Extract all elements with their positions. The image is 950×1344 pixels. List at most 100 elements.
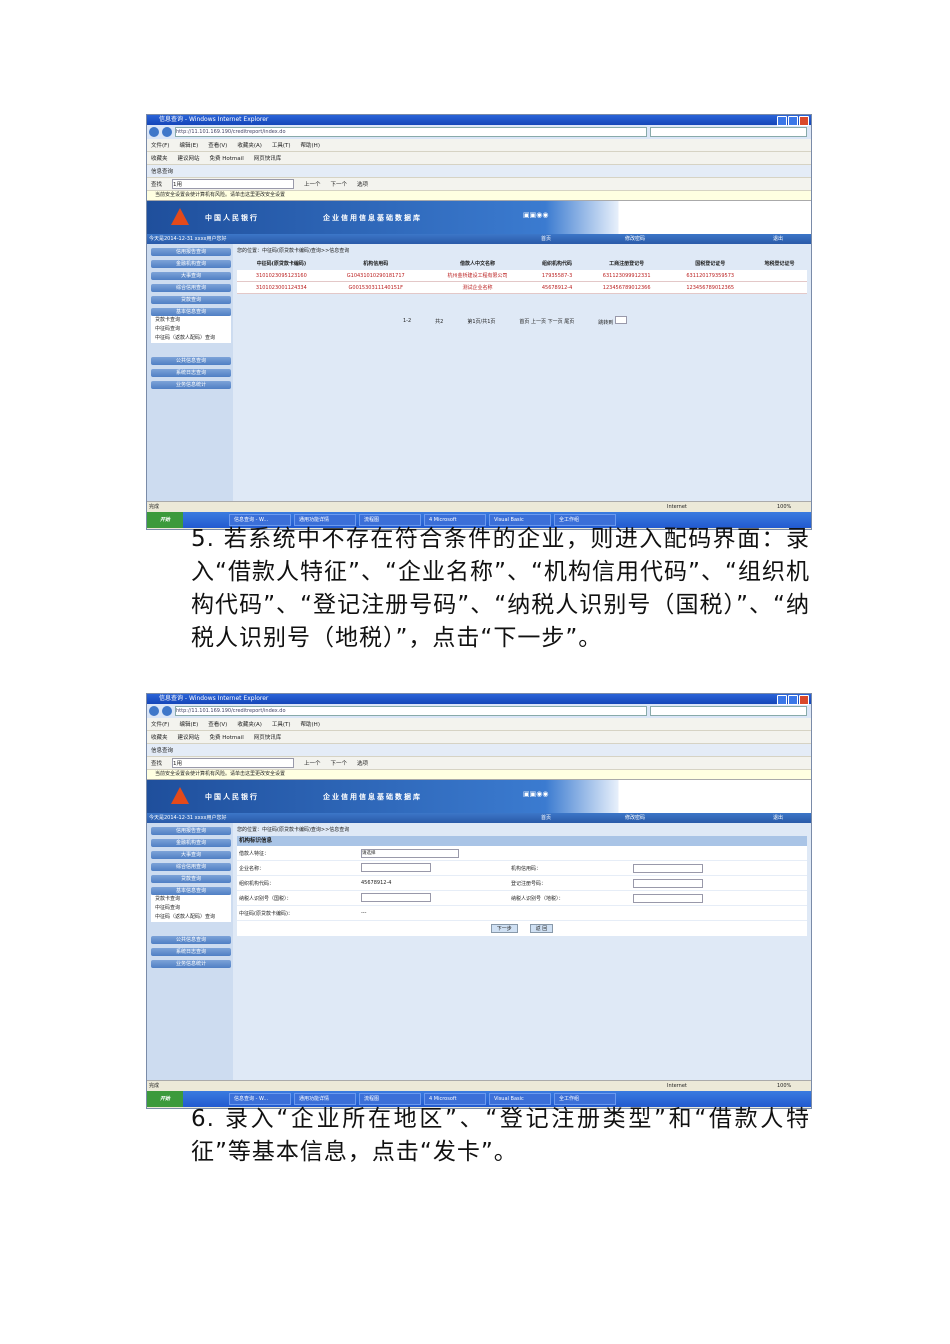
sidebar-item[interactable]: 系统日志查询 xyxy=(151,948,231,956)
sidebar-item[interactable]: 公共信息查询 xyxy=(151,357,231,365)
close-button[interactable] xyxy=(799,695,809,705)
sidebar-subitem[interactable]: 中征码查询 xyxy=(151,325,231,334)
info-bar[interactable]: 当前安全设置会使计算机有风险。请单击这里更改安全设置 xyxy=(147,770,811,780)
cell[interactable]: 3101023095123160 xyxy=(237,270,326,282)
menu-tools[interactable]: 工具(T) xyxy=(272,720,291,728)
zoom-level[interactable]: 100% xyxy=(777,1081,791,1091)
find-prev[interactable]: 上一个 xyxy=(304,180,321,188)
paragraph-step-6: 6. 录入“企业所在地区”、“登记注册类型”和“借款人特征”等基本信息，点击“发… xyxy=(145,1103,810,1169)
back-button[interactable]: 返 回 xyxy=(529,924,554,933)
browser-tab[interactable]: 信息查询 xyxy=(151,746,173,754)
local-tax-id-input[interactable] xyxy=(633,893,703,903)
find-input[interactable]: 1用 xyxy=(172,758,295,768)
web-slice[interactable]: 网页快讯库 xyxy=(254,154,282,162)
menu-tools[interactable]: 工具(T) xyxy=(272,141,291,149)
forward-icon[interactable] xyxy=(162,706,172,716)
nav-change-password[interactable]: 修改密码 xyxy=(625,813,645,823)
status-zone: Internet xyxy=(667,504,687,510)
menu-view[interactable]: 查看(V) xyxy=(208,720,227,728)
table-row[interactable]: 3101023095123160 G10431010290181717 杭州金桥建设… xyxy=(237,270,807,282)
find-prev[interactable]: 上一个 xyxy=(304,759,321,767)
menu-edit[interactable]: 编辑(E) xyxy=(179,720,198,728)
nav-logout[interactable]: 退出 xyxy=(773,234,783,244)
sidebar-item[interactable]: 信用报告查询 xyxy=(151,248,231,256)
column-header: 国税登记证号 xyxy=(668,257,752,270)
menu-help[interactable]: 帮助(H) xyxy=(301,720,320,728)
nav-logout[interactable]: 退出 xyxy=(773,813,783,823)
maximize-button[interactable] xyxy=(788,695,798,705)
zoom-level[interactable]: 100% xyxy=(777,502,791,512)
maximize-button[interactable] xyxy=(788,116,798,126)
toolbar-icons[interactable]: ▣▣◉◉ xyxy=(523,790,548,798)
back-icon[interactable] xyxy=(149,127,159,137)
search-input[interactable] xyxy=(650,706,807,716)
step-5-text: 5. 若系统中不存在符合条件的企业，则进入配码界面：录入“借款人特征”、“企业名… xyxy=(191,526,810,651)
sidebar-item[interactable]: 金融机构查询 xyxy=(151,839,231,847)
menu-file[interactable]: 文件(F) xyxy=(151,141,169,149)
find-options[interactable]: 选项 xyxy=(357,180,368,188)
back-icon[interactable] xyxy=(149,706,159,716)
toolbar-icons[interactable]: ▣▣◉◉ xyxy=(523,211,548,219)
company-name-input[interactable] xyxy=(361,862,431,872)
sidebar-subitem[interactable]: 贷款卡查询 xyxy=(151,895,231,904)
find-next[interactable]: 下一个 xyxy=(331,180,348,188)
field-label: 纳税人识别号（国税）： xyxy=(239,895,292,902)
pager-nav[interactable]: 首页 上一页 下一页 尾页 xyxy=(519,318,574,325)
browser-tab[interactable]: 信息查询 xyxy=(151,167,173,175)
address-bar[interactable]: http://11.101.169.190/creditreport/index… xyxy=(175,127,647,137)
page-input[interactable] xyxy=(614,316,627,324)
borrower-type-select[interactable]: 请选择 xyxy=(361,848,459,858)
search-input[interactable] xyxy=(650,127,807,137)
sidebar-item[interactable]: 大事查询 xyxy=(151,851,231,859)
sidebar-item[interactable]: 大事查询 xyxy=(151,272,231,280)
nav-change-password[interactable]: 修改密码 xyxy=(625,234,645,244)
find-input[interactable]: 1用 xyxy=(172,179,295,189)
sidebar-subitem[interactable]: 中征码（返款人配码）查询 xyxy=(151,913,231,922)
sidebar-item[interactable]: 信用报告查询 xyxy=(151,827,231,835)
nav-home[interactable]: 首页 xyxy=(541,813,551,823)
address-bar[interactable]: http://11.101.169.190/creditreport/index… xyxy=(175,706,647,716)
sidebar-item[interactable]: 综合信用查询 xyxy=(151,863,231,871)
sidebar-item[interactable]: 系统日志查询 xyxy=(151,369,231,377)
find-options[interactable]: 选项 xyxy=(357,759,368,767)
favorites-button[interactable]: 收藏夹 xyxy=(151,154,168,162)
close-button[interactable] xyxy=(799,116,809,126)
table-row[interactable]: 3101023001124334 G001530311140151F 测试企业名称 4… xyxy=(237,281,807,294)
sidebar-item[interactable]: 业务信息统计 xyxy=(151,960,231,968)
find-next[interactable]: 下一个 xyxy=(331,759,348,767)
sidebar-item[interactable]: 综合信用查询 xyxy=(151,284,231,292)
sidebar-subitem[interactable]: 贷款卡查询 xyxy=(151,316,231,325)
sidebar-subitem[interactable]: 中征码（返款人配码）查询 xyxy=(151,334,231,343)
info-bar[interactable]: 当前安全设置会使计算机有风险。请单击这里更改安全设置 xyxy=(147,191,811,201)
menu-edit[interactable]: 编辑(E) xyxy=(179,141,198,149)
reg-number-input[interactable] xyxy=(633,878,703,888)
menu-favorites[interactable]: 收藏夹(A) xyxy=(237,720,262,728)
menu-file[interactable]: 文件(F) xyxy=(151,720,169,728)
next-button[interactable]: 下一步 xyxy=(490,924,518,933)
sidebar-item[interactable]: 金融机构查询 xyxy=(151,260,231,268)
sidebar-item[interactable]: 公共信息查询 xyxy=(151,936,231,944)
web-slice[interactable]: 网页快讯库 xyxy=(254,733,282,741)
favorites-button[interactable]: 收藏夹 xyxy=(151,733,168,741)
nav-home[interactable]: 首页 xyxy=(541,234,551,244)
hotmail-link[interactable]: 免费 Hotmail xyxy=(210,733,244,741)
sidebar: 信用报告查询 金融机构查询 大事查询 综合信用查询 贷款查询 基本信息查询 贷款… xyxy=(147,244,233,501)
minimize-button[interactable] xyxy=(777,695,787,705)
suggested-sites[interactable]: 建议网站 xyxy=(178,733,200,741)
suggested-sites[interactable]: 建议网站 xyxy=(178,154,200,162)
minimize-button[interactable] xyxy=(777,116,787,126)
forward-icon[interactable] xyxy=(162,127,172,137)
national-tax-id-input[interactable] xyxy=(361,892,431,902)
sidebar-item[interactable]: 基本信息查询 xyxy=(151,308,231,316)
hotmail-link[interactable]: 免费 Hotmail xyxy=(210,154,244,162)
menu-help[interactable]: 帮助(H) xyxy=(301,141,320,149)
sidebar-subitem[interactable]: 中征码查询 xyxy=(151,904,231,913)
credit-code-input[interactable] xyxy=(633,863,703,873)
sidebar-item[interactable]: 贷款查询 xyxy=(151,296,231,304)
menu-favorites[interactable]: 收藏夹(A) xyxy=(237,141,262,149)
sidebar-item[interactable]: 基本信息查询 xyxy=(151,887,231,895)
cell[interactable]: 3101023001124334 xyxy=(237,281,326,294)
sidebar-item[interactable]: 业务信息统计 xyxy=(151,381,231,389)
sidebar-item[interactable]: 贷款查询 xyxy=(151,875,231,883)
menu-view[interactable]: 查看(V) xyxy=(208,141,227,149)
